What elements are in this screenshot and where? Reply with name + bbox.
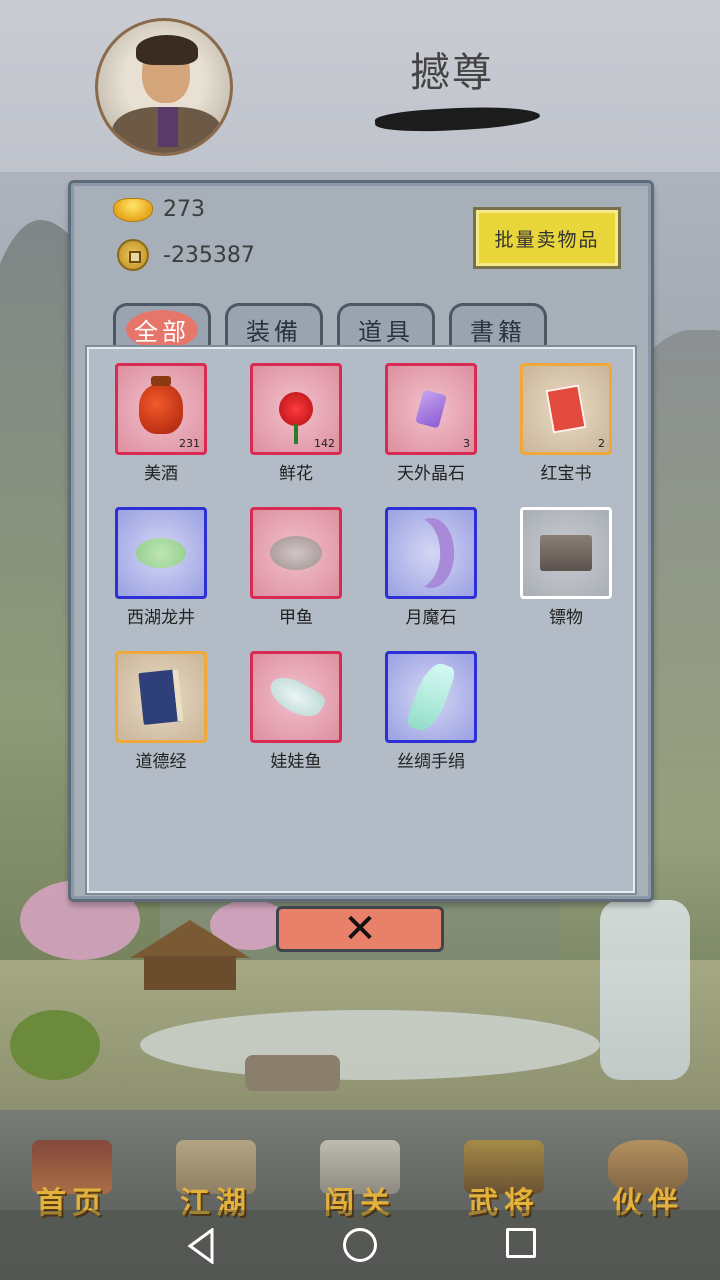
item-name: 红宝书 bbox=[540, 464, 592, 484]
item-moon-stone[interactable]: 月魔石 bbox=[385, 507, 477, 628]
item-count: 231 bbox=[179, 437, 200, 450]
rose-icon bbox=[279, 392, 313, 444]
hut bbox=[130, 920, 250, 990]
item-escort-cargo[interactable]: 镖物 bbox=[520, 507, 612, 628]
nav-partners[interactable]: 伙伴 bbox=[588, 1112, 708, 1221]
item-count: 2 bbox=[598, 437, 605, 450]
nav-home[interactable]: 首页 bbox=[12, 1112, 132, 1221]
fish-icon bbox=[264, 670, 328, 724]
item-name: 娃娃鱼 bbox=[270, 752, 322, 772]
green-tree bbox=[10, 1010, 100, 1080]
tab-props[interactable]: 道具 bbox=[337, 303, 435, 353]
category-tabs: 全部 装備 道具 書籍 bbox=[113, 303, 547, 353]
silk-icon bbox=[404, 658, 458, 736]
item-red-book[interactable]: 2 红宝书 bbox=[520, 363, 612, 484]
player-name: 撼尊 bbox=[410, 50, 494, 96]
item-name: 天外晶石 bbox=[397, 464, 465, 484]
item-longjing-tea[interactable]: 西湖龙井 bbox=[115, 507, 207, 628]
waterfall bbox=[600, 900, 690, 1080]
red-book-icon bbox=[545, 384, 587, 434]
avatar[interactable] bbox=[95, 18, 233, 156]
item-slot: 142 bbox=[250, 363, 342, 455]
crescent-moon-icon bbox=[394, 518, 440, 588]
wine-jar-icon bbox=[139, 376, 183, 434]
item-turtle[interactable]: 甲鱼 bbox=[250, 507, 342, 628]
item-name: 道德经 bbox=[135, 752, 187, 772]
gold-ingot-icon bbox=[113, 197, 153, 222]
river bbox=[140, 1010, 600, 1080]
book-icon bbox=[138, 669, 184, 725]
turtle-icon bbox=[270, 536, 322, 570]
copper-coin-icon bbox=[117, 239, 149, 271]
bottom-nav: 首页 江湖 闯关 武将 伙伴 bbox=[0, 1110, 720, 1221]
copper-value: -235387 bbox=[163, 242, 255, 268]
item-count: 142 bbox=[314, 437, 335, 450]
item-slot bbox=[115, 651, 207, 743]
item-slot bbox=[115, 507, 207, 599]
tab-books[interactable]: 書籍 bbox=[449, 303, 547, 353]
item-salamander[interactable]: 娃娃鱼 bbox=[250, 651, 342, 772]
item-slot bbox=[385, 507, 477, 599]
item-slot: 2 bbox=[520, 363, 612, 455]
copper-row: -235387 bbox=[113, 239, 255, 271]
tea-leaves-icon bbox=[136, 538, 186, 568]
tab-all[interactable]: 全部 bbox=[113, 303, 211, 353]
home-icon[interactable] bbox=[343, 1228, 377, 1262]
recent-apps-icon[interactable] bbox=[506, 1228, 536, 1258]
item-count: 3 bbox=[463, 437, 470, 450]
item-daodejing[interactable]: 道德经 bbox=[115, 651, 207, 772]
item-flower[interactable]: 142 鲜花 bbox=[250, 363, 342, 484]
item-name: 西湖龙井 bbox=[127, 608, 195, 628]
item-slot: 3 bbox=[385, 363, 477, 455]
close-button[interactable]: ✕ bbox=[276, 906, 444, 952]
item-slot bbox=[250, 651, 342, 743]
item-grid-area: 231 美酒 142 鲜花 3 天外晶石 2 红宝书 西湖龙井 甲鱼 月魔石 镖… bbox=[87, 347, 635, 893]
item-grid: 231 美酒 142 鲜花 3 天外晶石 2 红宝书 西湖龙井 甲鱼 月魔石 镖… bbox=[115, 363, 612, 772]
item-name: 镖物 bbox=[549, 608, 583, 628]
item-wine[interactable]: 231 美酒 bbox=[115, 363, 207, 484]
cargo-box-icon bbox=[540, 535, 592, 571]
nav-generals[interactable]: 武将 bbox=[444, 1112, 564, 1221]
close-icon: ✕ bbox=[343, 906, 377, 952]
item-name: 鲜花 bbox=[279, 464, 313, 484]
item-slot bbox=[385, 651, 477, 743]
item-slot bbox=[520, 507, 612, 599]
tab-equipment[interactable]: 装備 bbox=[225, 303, 323, 353]
brush-stroke-decoration bbox=[374, 103, 541, 135]
item-name: 甲鱼 bbox=[279, 608, 313, 628]
back-icon[interactable] bbox=[186, 1228, 216, 1264]
item-crystal[interactable]: 3 天外晶石 bbox=[385, 363, 477, 484]
nav-jianghu[interactable]: 江湖 bbox=[156, 1112, 276, 1221]
item-name: 丝绸手绢 bbox=[397, 752, 465, 772]
nav-challenge[interactable]: 闯关 bbox=[300, 1112, 420, 1221]
item-name: 月魔石 bbox=[405, 608, 457, 628]
item-name: 美酒 bbox=[144, 464, 178, 484]
item-slot bbox=[250, 507, 342, 599]
system-navigation-bar bbox=[0, 1210, 720, 1280]
gold-row: 273 bbox=[113, 197, 205, 222]
batch-sell-button[interactable]: 批量卖物品 bbox=[473, 207, 621, 269]
gold-value: 273 bbox=[163, 197, 205, 222]
item-silk-handkerchief[interactable]: 丝绸手绢 bbox=[385, 651, 477, 772]
item-slot: 231 bbox=[115, 363, 207, 455]
player-header: 撼尊 bbox=[0, 0, 720, 172]
inventory-panel: 273 -235387 批量卖物品 全部 装備 道具 書籍 231 美酒 142 bbox=[68, 180, 654, 902]
crystal-icon bbox=[415, 389, 447, 429]
rock bbox=[245, 1055, 340, 1091]
